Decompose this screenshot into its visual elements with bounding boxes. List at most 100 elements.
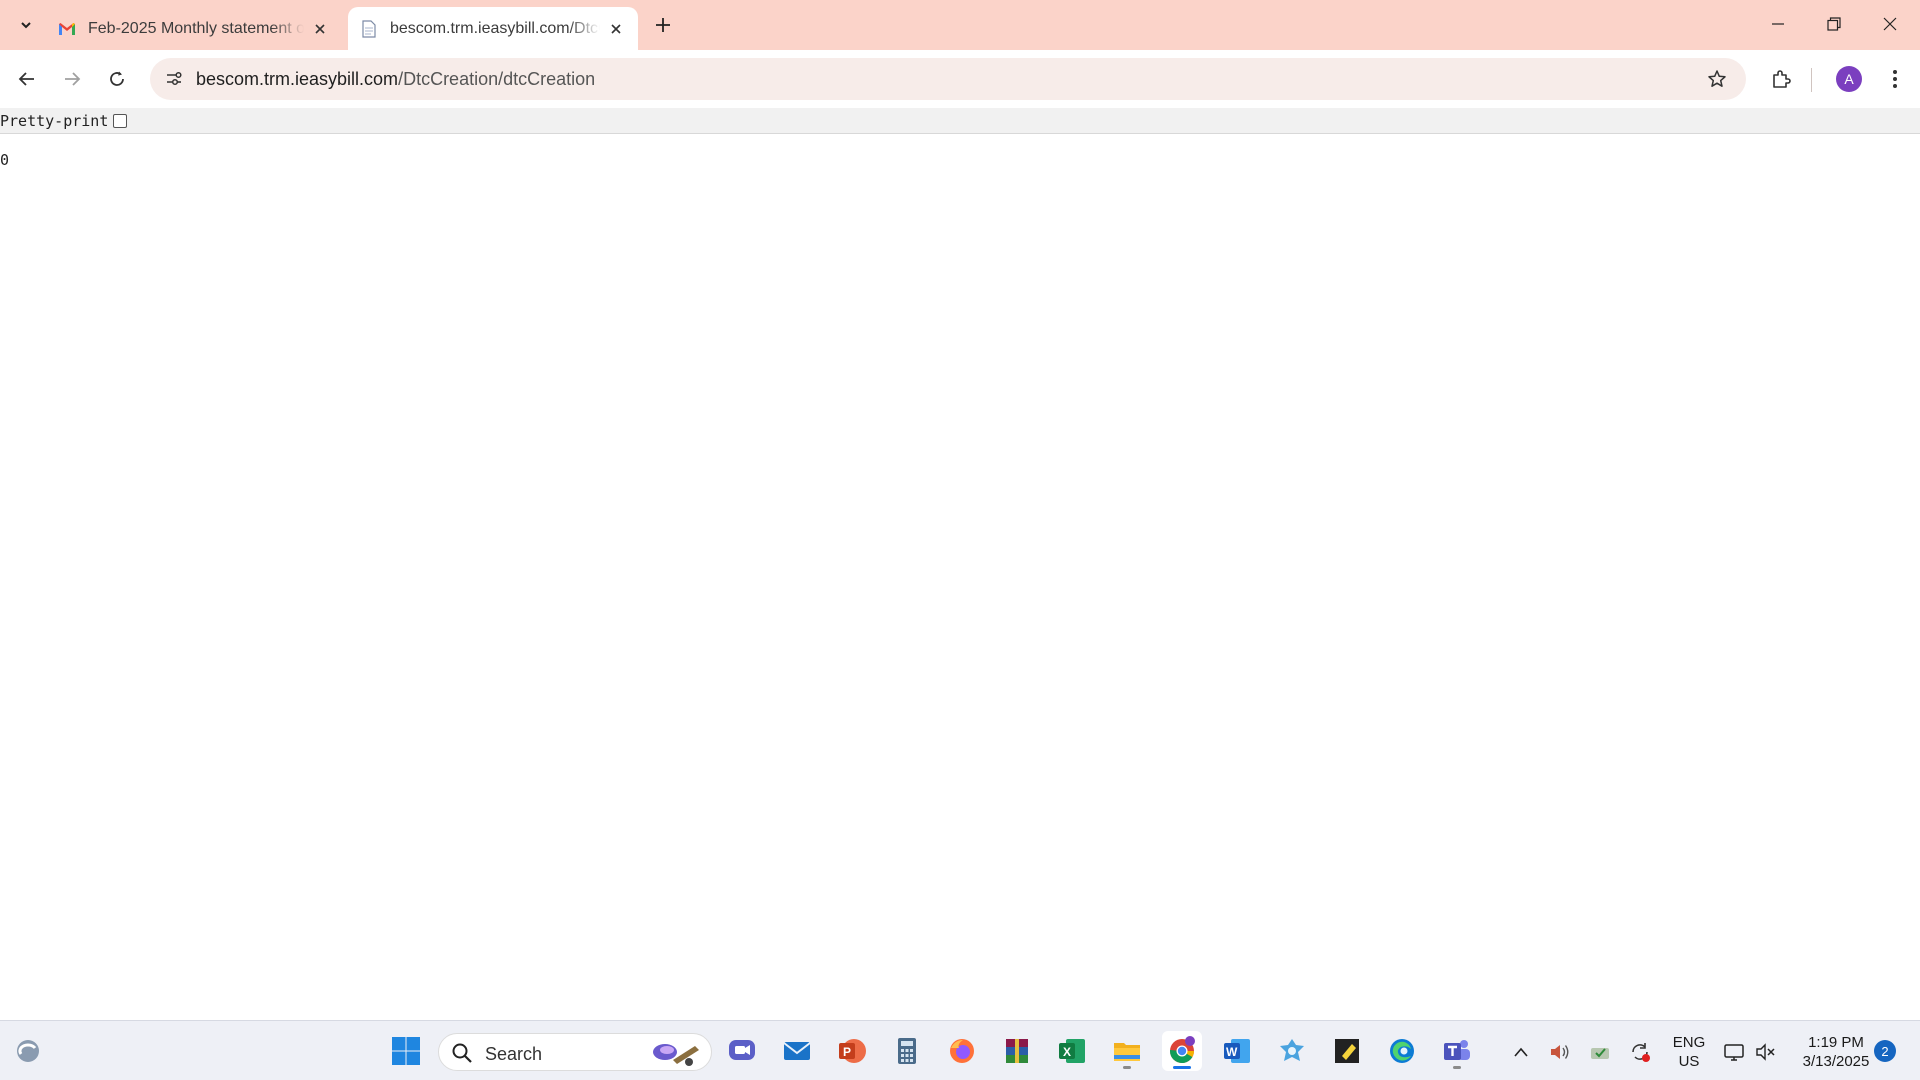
region-code: US <box>1678 1053 1700 1070</box>
restore-icon <box>1827 17 1841 31</box>
close-icon[interactable] <box>310 19 330 39</box>
tab-title: Feb-2025 Monthly statement of <box>88 19 304 37</box>
tab-gmail[interactable]: Feb-2025 Monthly statement of <box>46 7 342 50</box>
show-hidden-icons-button[interactable] <box>1507 1039 1535 1065</box>
svg-text:P: P <box>843 1045 851 1059</box>
taskbar-word[interactable]: W <box>1217 1031 1257 1071</box>
forward-button[interactable] <box>56 63 88 95</box>
edge-icon <box>1390 1039 1414 1063</box>
reload-button[interactable] <box>101 63 133 95</box>
more-vertical-icon <box>1893 70 1897 88</box>
search-icon <box>452 1043 472 1063</box>
volume-mute-icon <box>1756 1043 1775 1061</box>
close-window-button[interactable] <box>1862 0 1918 48</box>
taskbar-excel[interactable]: X <box>1052 1031 1092 1071</box>
restore-button[interactable] <box>1806 0 1862 48</box>
sync-alert-icon <box>1632 1043 1650 1062</box>
menu-button[interactable] <box>1879 63 1911 95</box>
tray-volume[interactable] <box>1752 1039 1780 1065</box>
search-highlight-icon <box>653 1044 699 1066</box>
taskbar-chat[interactable] <box>722 1031 762 1071</box>
tray-sync[interactable] <box>1626 1039 1654 1065</box>
back-button[interactable] <box>11 63 43 95</box>
language-code: ENG <box>1672 1034 1706 1051</box>
response-body: 0 <box>0 151 10 169</box>
clock-time: 1:19 PM <box>1808 1034 1864 1051</box>
chrome-icon <box>1170 1036 1195 1064</box>
notification-badge[interactable]: 2 <box>1874 1040 1896 1062</box>
tray-speaker[interactable] <box>1546 1039 1574 1065</box>
taskbar-teams[interactable] <box>1437 1031 1477 1071</box>
tab-search-button[interactable] <box>10 10 42 40</box>
shield-check-icon <box>1591 1048 1609 1059</box>
weather-icon <box>17 1040 39 1062</box>
taskbar-firefox[interactable] <box>942 1031 982 1071</box>
calculator-icon <box>898 1038 916 1064</box>
taskbar-settings-app[interactable] <box>1272 1031 1312 1071</box>
running-indicator <box>1123 1066 1131 1069</box>
tab-title: bescom.trm.ieasybill.com/DtcC <box>390 19 600 37</box>
windows-taskbar: Search P X W ENG US 1:19 PM 3/13/2025 2 <box>0 1020 1920 1080</box>
tray-security[interactable] <box>1586 1039 1614 1065</box>
url-text[interactable]: bescom.trm.ieasybill.com/DtcCreation/dtc… <box>196 69 595 90</box>
minimize-button[interactable] <box>1750 0 1806 48</box>
sticky-notes-icon <box>1335 1039 1359 1063</box>
arrow-right-icon <box>65 72 81 86</box>
taskbar-powerpoint[interactable]: P <box>832 1031 872 1071</box>
search-label: Search <box>485 1044 543 1064</box>
word-icon: W <box>1224 1039 1250 1063</box>
profile-avatar[interactable]: A <box>1836 66 1862 92</box>
arrow-left-icon <box>18 72 34 86</box>
pretty-print-label: Pretty-print <box>0 112 109 130</box>
taskbar-file-explorer[interactable] <box>1107 1031 1147 1071</box>
address-bar[interactable]: bescom.trm.ieasybill.com/DtcCreation/dtc… <box>150 58 1746 100</box>
start-button[interactable] <box>386 1031 426 1071</box>
extensions-button[interactable] <box>1765 63 1797 95</box>
site-info-icon[interactable] <box>158 63 190 95</box>
svg-text:W: W <box>1226 1045 1238 1059</box>
settings-app-icon <box>1280 1039 1304 1061</box>
taskbar-mail[interactable] <box>777 1031 817 1071</box>
tab-strip: Feb-2025 Monthly statement of bescom.trm… <box>0 0 1920 50</box>
taskbar-sticky-notes[interactable] <box>1327 1031 1367 1071</box>
url-host: bescom.trm.ieasybill.com <box>196 69 399 89</box>
close-icon[interactable] <box>606 19 626 39</box>
taskbar-search[interactable]: Search <box>438 1033 712 1071</box>
bookmark-star-icon[interactable] <box>1702 64 1732 94</box>
pretty-print-bar: Pretty-print <box>0 108 1920 134</box>
chevron-up-icon <box>1514 1047 1528 1057</box>
new-tab-button[interactable] <box>650 12 676 38</box>
speaker-icon <box>1551 1045 1569 1059</box>
gmail-icon <box>58 20 76 38</box>
taskbar-winrar[interactable] <box>997 1031 1037 1071</box>
excel-icon: X <box>1059 1039 1085 1063</box>
taskbar-chrome[interactable] <box>1162 1031 1202 1071</box>
toolbar-divider <box>1811 68 1812 92</box>
clock-date: 3/13/2025 <box>1802 1053 1870 1070</box>
widgets-button[interactable] <box>8 1031 48 1071</box>
active-indicator <box>1173 1066 1191 1069</box>
plus-icon <box>656 18 670 32</box>
language-indicator[interactable]: ENG US <box>1660 1033 1718 1071</box>
powerpoint-icon: P <box>839 1039 866 1063</box>
chat-icon <box>729 1040 755 1060</box>
running-indicator <box>1453 1066 1461 1069</box>
browser-toolbar: bescom.trm.ieasybill.com/DtcCreation/dtc… <box>0 50 1920 108</box>
tab-bescom[interactable]: bescom.trm.ieasybill.com/DtcC <box>348 7 638 50</box>
tray-network[interactable] <box>1720 1039 1748 1065</box>
taskbar-calculator[interactable] <box>887 1031 927 1071</box>
network-icon <box>1724 1044 1744 1061</box>
file-explorer-icon <box>1114 1043 1140 1061</box>
taskbar-edge[interactable] <box>1382 1031 1422 1071</box>
system-clock[interactable]: 1:19 PM 3/13/2025 <box>1790 1033 1882 1071</box>
start-icon <box>392 1037 420 1065</box>
teams-icon <box>1444 1040 1470 1060</box>
chevron-down-icon <box>21 22 31 29</box>
close-icon <box>1883 17 1897 31</box>
page-icon <box>360 19 378 38</box>
reload-icon <box>110 71 124 86</box>
mail-icon <box>783 1042 811 1060</box>
firefox-icon <box>950 1039 974 1063</box>
pretty-print-checkbox[interactable] <box>113 114 127 128</box>
winrar-icon <box>1006 1039 1028 1063</box>
